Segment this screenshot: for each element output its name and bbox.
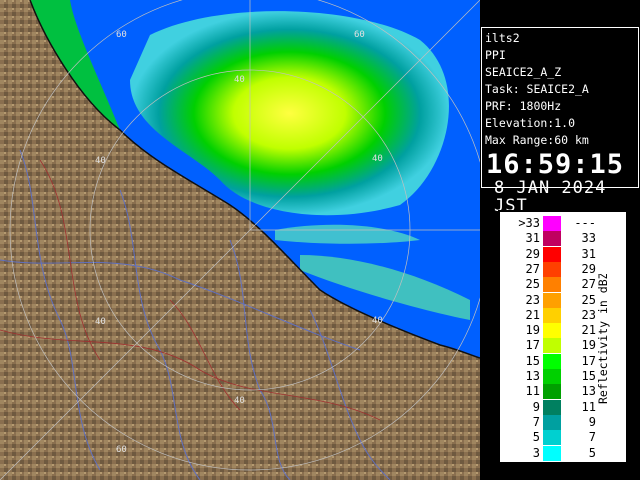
legend-row: 11 13 bbox=[500, 384, 596, 400]
legend-low-value: 19 bbox=[525, 323, 540, 338]
legend-high-value: 33 bbox=[581, 231, 596, 246]
legend-low-value: 5 bbox=[532, 430, 540, 445]
ring-label: 60 bbox=[116, 445, 127, 455]
legend-low-value: 11 bbox=[525, 384, 540, 399]
ring-label: 40 bbox=[95, 156, 106, 166]
legend-low-value: 15 bbox=[525, 353, 540, 368]
max-range-value: Max Range:60 km bbox=[485, 133, 589, 147]
legend-swatch bbox=[543, 307, 561, 323]
legend-swatch bbox=[543, 246, 561, 262]
legend-row: 21 23 bbox=[500, 307, 596, 323]
legend-high-value: 9 bbox=[588, 414, 596, 429]
svg-text:Reflectivity in dBZ: Reflectivity in dBZ bbox=[596, 274, 610, 404]
ring-label: 60 bbox=[116, 30, 127, 40]
ring-label: 40 bbox=[372, 316, 383, 326]
legend-low-value: 21 bbox=[525, 307, 540, 322]
ring-label: 40 bbox=[95, 317, 106, 327]
task-name: Task: SEAICE2_A bbox=[485, 82, 589, 96]
legend-row: 79 bbox=[500, 414, 596, 430]
legend-high-value: 7 bbox=[588, 430, 596, 445]
scan-time: 16:59:15 bbox=[486, 149, 625, 180]
radar-ppi-map: 40 60 40 60 40 40 40 60 40 bbox=[0, 0, 480, 480]
legend-high-value: 5 bbox=[588, 445, 596, 460]
legend-low-value: 25 bbox=[525, 277, 540, 292]
scan-mode: PPI bbox=[485, 48, 506, 62]
legend-swatch bbox=[543, 292, 561, 308]
ring-label: 60 bbox=[354, 30, 365, 40]
legend-swatch bbox=[543, 261, 561, 277]
legend-row: 13 15 bbox=[500, 369, 596, 384]
legend-unit-label: Reflectivity in dBZ bbox=[596, 274, 610, 404]
legend-swatch bbox=[543, 369, 561, 384]
ring-label: 40 bbox=[234, 396, 245, 406]
legend-low-value: 29 bbox=[525, 246, 540, 261]
legend-row: >33 --- bbox=[500, 216, 596, 231]
legend-low-value: 3 bbox=[532, 445, 540, 460]
prf-value: PRF: 1800Hz bbox=[485, 99, 562, 113]
legend-row: 23 25 bbox=[500, 292, 596, 308]
legend-high-value: 31 bbox=[581, 246, 596, 261]
legend-swatch bbox=[543, 399, 561, 415]
legend-swatch bbox=[543, 414, 561, 430]
radar-info-panel: ilts2 PPI SEAICE2_A_Z Task: SEAICE2_A PR… bbox=[481, 27, 639, 215]
legend-low-value: 31 bbox=[525, 231, 540, 246]
product-name: SEAICE2_A_Z bbox=[485, 65, 562, 79]
legend-swatch bbox=[543, 384, 561, 400]
legend-swatch bbox=[543, 277, 561, 293]
legend-row: 35 bbox=[500, 445, 596, 461]
legend-row: 25 27 bbox=[500, 277, 596, 293]
legend-low-value: 13 bbox=[525, 369, 540, 383]
legend-low-value: 17 bbox=[525, 338, 540, 353]
station-name: ilts2 bbox=[485, 31, 520, 45]
legend-low-value: >33 bbox=[518, 216, 540, 230]
legend-high-value: --- bbox=[574, 216, 596, 230]
legend-row: 15 17 bbox=[500, 353, 596, 369]
legend-row: 31 33 bbox=[500, 231, 596, 247]
legend-swatch bbox=[543, 430, 561, 446]
legend-swatch bbox=[543, 445, 561, 461]
ring-label: 40 bbox=[372, 154, 383, 164]
legend-row: 29 31 bbox=[500, 246, 596, 262]
legend-low-value: 27 bbox=[525, 261, 540, 276]
legend-swatch bbox=[543, 338, 561, 354]
elevation-value: Elevation:1.0 bbox=[485, 116, 576, 130]
legend-row: 57 bbox=[500, 430, 596, 446]
legend-row: 9 11 bbox=[500, 399, 596, 415]
legend-swatch bbox=[543, 231, 561, 247]
legend-low-value: 9 bbox=[532, 399, 540, 414]
legend-row: 19 21 bbox=[500, 323, 596, 339]
legend-swatch bbox=[543, 323, 561, 339]
legend-low-value: 23 bbox=[525, 292, 540, 307]
reflectivity-legend: >33 --- 31 33 29 31 27 29 25 27 23 25 21 23 19 21 17 19 15… bbox=[498, 210, 628, 464]
legend-swatch bbox=[543, 353, 561, 369]
legend-row: 27 29 bbox=[500, 261, 596, 277]
legend-low-value: 7 bbox=[532, 414, 540, 429]
legend-swatch bbox=[543, 216, 561, 231]
legend-row: 17 19 bbox=[500, 338, 596, 354]
ring-label: 40 bbox=[234, 75, 245, 85]
